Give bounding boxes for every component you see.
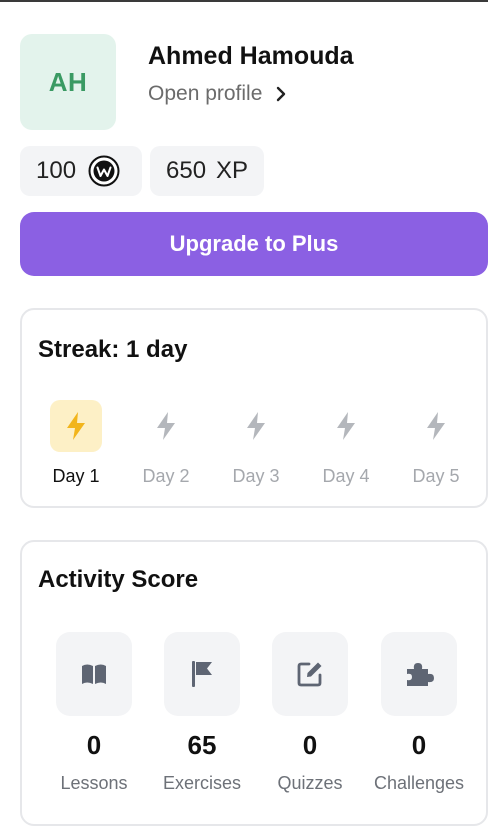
- chevron-right-icon: [277, 86, 286, 102]
- activity-count: 0: [411, 730, 427, 760]
- streak-day: Day 5: [396, 400, 476, 487]
- activity-title: Activity Score: [38, 566, 199, 593]
- streak-title: Streak: 1 day: [38, 336, 188, 363]
- top-divider: [0, 0, 488, 2]
- bolt-icon: [157, 412, 175, 440]
- coins-badge[interactable]: 100: [20, 146, 142, 196]
- streak-day-label: Day 4: [322, 466, 370, 486]
- profile-header: AH Ahmed Hamouda Open profile: [20, 34, 480, 130]
- activity-icon-box: [56, 632, 132, 716]
- streak-day-icon-box: [140, 400, 192, 452]
- streak-day: Day 1: [36, 400, 116, 487]
- activity-score-card: Activity Score 0 Lessons 65 Exercises 0 …: [20, 540, 488, 826]
- flag-icon: [192, 661, 212, 687]
- bolt-icon: [67, 412, 85, 440]
- streak-day: Day 2: [126, 400, 206, 487]
- streak-card: Streak: 1 day Day 1 Day 2 Day 3 Day 4 Da…: [20, 308, 488, 508]
- streak-day-icon-box: [320, 400, 372, 452]
- activity-item-lessons[interactable]: 0 Lessons: [52, 632, 136, 794]
- coins-value: 100: [36, 157, 77, 184]
- book-icon: [82, 664, 106, 684]
- streak-day-label: Day 3: [232, 466, 280, 486]
- bolt-icon: [337, 412, 355, 440]
- open-profile-label: Open profile: [148, 82, 263, 105]
- user-name: Ahmed Hamouda: [148, 42, 354, 70]
- xp-unit: XP: [216, 157, 249, 184]
- activity-label: Quizzes: [277, 773, 343, 793]
- activity-count: 0: [86, 730, 102, 760]
- streak-day-icon-box: [230, 400, 282, 452]
- open-profile-link[interactable]: Open profile: [148, 80, 286, 108]
- activity-label: Challenges: [373, 773, 465, 793]
- streak-day-label: Day 2: [142, 466, 190, 486]
- activity-item-quizzes[interactable]: 0 Quizzes: [268, 632, 352, 794]
- bolt-icon: [427, 412, 445, 440]
- upgrade-button[interactable]: Upgrade to Plus: [20, 212, 488, 276]
- streak-day: Day 3: [216, 400, 296, 487]
- streak-day-label: Day 5: [412, 466, 460, 486]
- streak-day-icon-box: [410, 400, 462, 452]
- activity-icon-box: [164, 632, 240, 716]
- activity-icon-box: [272, 632, 348, 716]
- activity-count: 0: [302, 730, 318, 760]
- coin-icon: [88, 155, 120, 187]
- puzzle-icon: [407, 663, 434, 686]
- activity-label: Exercises: [162, 773, 242, 793]
- activity-item-exercises[interactable]: 65 Exercises: [160, 632, 244, 794]
- activity-count: 65: [187, 730, 217, 760]
- activity-icon-box: [381, 632, 457, 716]
- activity-item-challenges[interactable]: 0 Challenges: [373, 632, 465, 794]
- avatar: AH: [20, 34, 116, 130]
- streak-day: Day 4: [306, 400, 386, 487]
- activity-label: Lessons: [60, 773, 128, 793]
- bolt-icon: [247, 412, 265, 440]
- xp-value: 650: [166, 157, 207, 184]
- streak-day-icon-box: [50, 400, 102, 452]
- edit-icon: [297, 662, 322, 687]
- xp-badge[interactable]: 650 XP: [150, 146, 264, 196]
- streak-day-label: Day 1: [52, 466, 100, 486]
